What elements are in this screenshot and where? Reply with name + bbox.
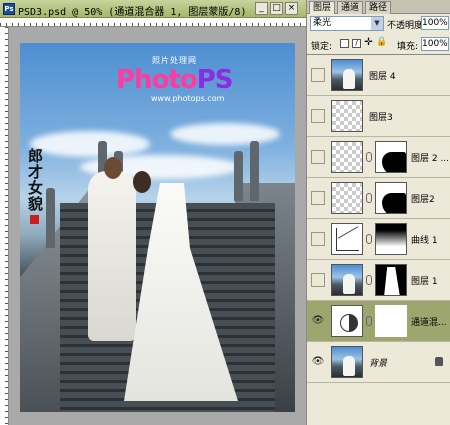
layer-mask-thumbnail[interactable] (375, 141, 407, 173)
groom-figure (88, 171, 136, 341)
lock-fill-row: 锁定: / ✛ 🔒 填充: 100% (307, 36, 450, 52)
bride-head (133, 171, 151, 193)
cloud-shape (30, 131, 150, 157)
vertical-ruler[interactable] (0, 27, 9, 425)
logo-photo-text: Photo (116, 65, 198, 95)
fill-input[interactable]: 100% (421, 37, 449, 51)
visibility-toggle[interactable] (311, 232, 325, 246)
lock-icon (435, 357, 443, 366)
link-chain-icon[interactable] (366, 193, 372, 203)
link-chain-icon[interactable] (366, 275, 372, 285)
chevron-down-icon[interactable]: ▼ (371, 17, 383, 30)
curves-adjustment-icon (331, 223, 363, 255)
link-chain-icon[interactable] (366, 234, 372, 244)
tab-paths[interactable]: 路径 (365, 1, 392, 14)
blend-opacity-row: 柔光 ▼ 不透明度: 100% (307, 16, 450, 34)
eye-icon[interactable]: 👁 (311, 355, 325, 369)
image-canvas[interactable]: 照片处理网 PhotoPS www.photops.com 郎才女貌 (20, 43, 295, 412)
layer-name: 背景 (369, 359, 388, 369)
layer-thumbnail (331, 182, 363, 214)
layer-row[interactable]: 图层2 (307, 178, 450, 219)
document-title: PSD3.psd @ 50% (通道混合器 1, 图层蒙版/8) (18, 7, 247, 18)
layer-row-background[interactable]: 👁 背景 (307, 342, 450, 383)
layer-thumbnail (331, 141, 363, 173)
lock-position-icon[interactable]: ✛ (364, 38, 373, 48)
layer-name: 曲线 1 (411, 236, 438, 246)
layer-mask-thumbnail[interactable] (375, 223, 407, 255)
layer-thumbnail (331, 100, 363, 132)
document-titlebar[interactable]: Ps PSD3.psd @ 50% (通道混合器 1, 图层蒙版/8) _ □ … (0, 0, 306, 18)
groom-head (104, 157, 122, 179)
cloud-shape (170, 123, 280, 145)
fill-label: 填充: (397, 42, 419, 52)
layer-name: 通道混... (411, 318, 447, 328)
lock-pixels-icon[interactable]: / (352, 39, 361, 48)
blend-mode-value: 柔光 (313, 18, 332, 28)
eye-icon[interactable]: 👁 (311, 314, 325, 328)
lock-label: 锁定: (311, 42, 333, 52)
photoshop-doc-icon: Ps (3, 3, 15, 15)
visibility-toggle[interactable] (311, 273, 325, 287)
pillar (234, 151, 243, 201)
document-window: Ps PSD3.psd @ 50% (通道混合器 1, 图层蒙版/8) _ □ … (0, 0, 306, 425)
layer-row[interactable]: 图层 2 ... (307, 137, 450, 178)
minimize-button[interactable]: _ (255, 2, 268, 15)
close-button[interactable]: × (285, 2, 298, 15)
maximize-button[interactable]: □ (270, 2, 283, 15)
pillar (250, 141, 259, 201)
watermark-logo: PhotoPS (116, 65, 233, 95)
blend-mode-select[interactable]: 柔光 ▼ (310, 16, 384, 31)
visibility-toggle[interactable] (311, 109, 325, 123)
layer-name: 图层3 (369, 113, 393, 123)
watermark-url: www.photops.com (151, 94, 225, 103)
layer-mask-thumbnail[interactable] (375, 182, 407, 214)
lock-all-icon[interactable]: 🔒 (376, 38, 387, 48)
layer-mask-thumbnail[interactable] (375, 264, 407, 296)
lock-transparency-icon[interactable] (340, 39, 349, 48)
layer-name: 图层2 (411, 195, 435, 205)
layer-row[interactable]: 图层 1 (307, 260, 450, 301)
layer-row[interactable]: 图层3 (307, 96, 450, 137)
red-seal (30, 215, 39, 224)
layer-row[interactable]: 图层 4 (307, 55, 450, 96)
layer-name: 图层 2 ... (411, 154, 450, 164)
calligraphy-signature: 郎才女貌 (28, 147, 44, 213)
layer-list: 图层 4 图层3 图层 2 ... 图层2 曲线 1 图层 1 👁 通道混...… (307, 54, 450, 425)
link-chain-icon[interactable] (366, 152, 372, 162)
layer-thumbnail (331, 264, 363, 296)
layer-name: 图层 1 (411, 277, 438, 287)
visibility-toggle[interactable] (311, 191, 325, 205)
layer-mask-thumbnail[interactable] (375, 305, 407, 337)
tab-channels[interactable]: 通道 (337, 1, 364, 14)
layer-thumbnail (331, 346, 363, 378)
logo-ps-text: PS (196, 65, 234, 95)
panel-tabs: 图层 通道 路径 (307, 0, 450, 14)
layer-name: 图层 4 (369, 72, 396, 82)
link-chain-icon[interactable] (366, 316, 372, 326)
layers-panel: 图层 通道 路径 柔光 ▼ 不透明度: 100% 锁定: / ✛ 🔒 填充: 1… (306, 0, 450, 425)
layer-row-selected[interactable]: 👁 通道混... (307, 301, 450, 342)
visibility-toggle[interactable] (311, 68, 325, 82)
opacity-input[interactable]: 100% (421, 16, 449, 30)
layer-thumbnail (331, 59, 363, 91)
tab-layers[interactable]: 图层 (309, 1, 336, 14)
layer-row[interactable]: 曲线 1 (307, 219, 450, 260)
horizontal-ruler[interactable] (0, 18, 306, 27)
visibility-toggle[interactable] (311, 150, 325, 164)
channel-mixer-adjustment-icon (331, 305, 363, 337)
